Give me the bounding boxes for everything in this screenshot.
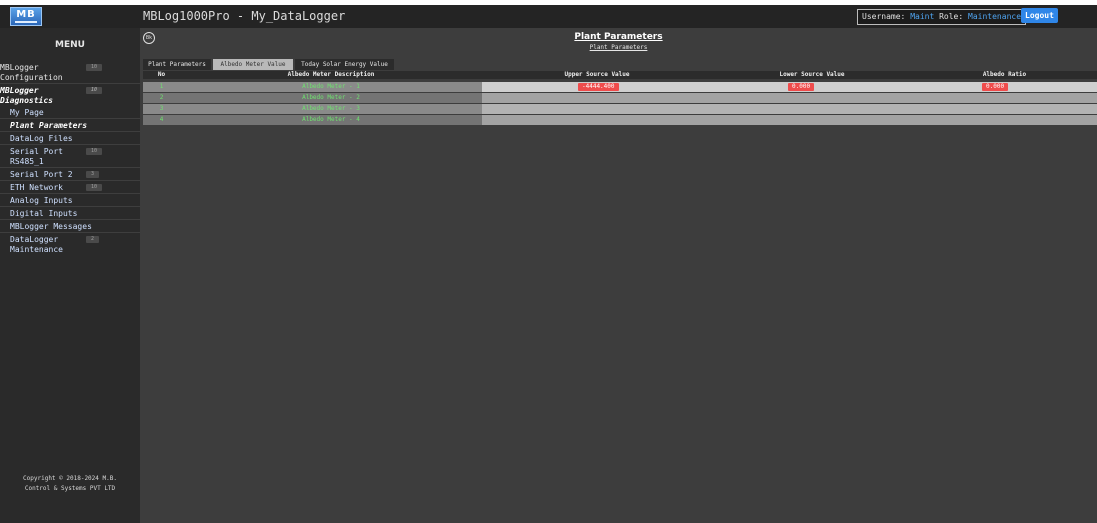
column-header-upper-source: Upper Source Value [564, 71, 630, 78]
sidebar-item-my-page[interactable]: My Page [10, 107, 140, 118]
sidebar-item-label: Configuration [0, 73, 63, 82]
divider [0, 83, 140, 84]
row-number: 4 [143, 115, 180, 125]
count-badge: 10 [86, 184, 103, 191]
row-values [482, 93, 1097, 103]
sidebar-item-serial-port-2[interactable]: Serial Port 2 3 [10, 169, 140, 180]
sidebar-item-rs485-1[interactable]: RS485_1 [10, 156, 140, 167]
table-row: 1 Albedo Meter - 1 -4444.400 0.000 0.000 [143, 82, 1097, 93]
tab-today-solar-energy-value[interactable]: Today Solar Energy Value [295, 59, 394, 70]
divider [0, 193, 140, 194]
column-header-lower-source: Lower Source Value [779, 71, 845, 78]
sidebar: MENU MBLogger 10 Configuration MBLogger … [0, 28, 140, 523]
sidebar-item-analog-inputs[interactable]: Analog Inputs [10, 195, 140, 206]
row-number: 3 [143, 104, 180, 114]
logo-text: MB [16, 9, 36, 20]
sidebar-item-label: MBLogger [0, 86, 39, 95]
tab-plant-parameters[interactable]: Plant Parameters [143, 59, 211, 70]
row-values: -4444.400 0.000 0.000 [482, 82, 1097, 92]
divider [0, 144, 140, 145]
sidebar-item-label: RS485_1 [10, 157, 44, 166]
page-subtitle: Plant Parameters [589, 44, 648, 51]
row-values [482, 115, 1097, 125]
row-description: Albedo Meter - 1 [180, 82, 482, 92]
count-badge: 10 [86, 64, 103, 71]
username-value: Maint [910, 12, 935, 21]
albedo-ratio-value: 0.000 [982, 83, 1009, 91]
sidebar-item-label: ETH Network [10, 183, 63, 192]
sidebar-item-label: MBLogger Messages [10, 222, 92, 231]
sidebar-item-digital-inputs[interactable]: Digital Inputs [10, 208, 140, 219]
username-label: Username: [862, 12, 906, 21]
divider [0, 180, 140, 181]
count-badge: 3 [86, 171, 100, 178]
divider [0, 118, 140, 119]
sidebar-item-label: Diagnostics [0, 96, 53, 105]
sidebar-item-maintenance-label[interactable]: Maintenance [10, 244, 140, 255]
divider [0, 131, 140, 132]
app-title: MBLog1000Pro - My_DataLogger [143, 9, 346, 23]
role-value: Maintenance [968, 12, 1022, 21]
divider [0, 219, 140, 220]
sidebar-item-label: Serial Port [10, 147, 63, 156]
user-info: Username: Maint Role: Maintenance [857, 9, 1027, 25]
divider [0, 167, 140, 168]
sidebar-item-label: Maintenance [10, 245, 63, 254]
count-badge: 2 [86, 236, 100, 243]
logo[interactable]: MB [10, 7, 42, 26]
count-badge: 10 [86, 87, 103, 94]
upper-source-value: -4444.400 [578, 83, 619, 91]
sidebar-item-configuration-label[interactable]: Configuration [0, 72, 140, 83]
column-header-no: No [157, 71, 166, 78]
copyright: Copyright © 2018-2024 M.B. Control & Sys… [0, 474, 140, 494]
lower-source-value: 0.000 [788, 83, 815, 91]
app-window: MB MBLog1000Pro - My_DataLogger Username… [0, 5, 1097, 523]
sidebar-item-mblogger-messages[interactable]: MBLogger Messages [10, 221, 140, 232]
sidebar-item-label: Serial Port 2 [10, 170, 73, 179]
logo-stripe [15, 21, 37, 23]
column-header-albedo-ratio: Albedo Ratio [982, 71, 1027, 78]
column-header-description: Albedo Meter Description [287, 71, 375, 78]
sidebar-item-label: Plant Parameters [10, 121, 88, 130]
sidebar-item-label: DataLog Files [10, 134, 73, 143]
tab-albedo-meter-value[interactable]: Albedo Meter Value [213, 59, 293, 70]
row-description: Albedo Meter - 3 [180, 104, 482, 114]
sidebar-item-label: Analog Inputs [10, 196, 73, 205]
row-number: 2 [143, 93, 180, 103]
sidebar-item-plant-parameters[interactable]: Plant Parameters [10, 120, 140, 131]
role-label: Role: [939, 12, 964, 21]
row-number: 1 [143, 82, 180, 92]
sidebar-item-label: Digital Inputs [10, 209, 78, 218]
count-badge: 10 [86, 148, 103, 155]
logout-button[interactable]: Logout [1021, 8, 1058, 23]
sidebar-item-diagnostics-label[interactable]: Diagnostics [0, 95, 140, 106]
menu-title: MENU [55, 40, 85, 50]
table-header: No Albedo Meter Description Upper Source… [143, 71, 1097, 79]
table-row: 3 Albedo Meter - 3 [143, 104, 1097, 115]
sidebar-item-datalog-files[interactable]: DataLog Files [10, 133, 140, 144]
row-description: Albedo Meter - 4 [180, 115, 482, 125]
table-row: 2 Albedo Meter - 2 [143, 93, 1097, 104]
table-row: 4 Albedo Meter - 4 [143, 115, 1097, 126]
sidebar-item-label: My Page [10, 108, 44, 117]
copyright-line-2: Control & Systems PVT LTD [24, 485, 116, 492]
sidebar-item-label: DataLogger [10, 235, 59, 244]
sidebar-item-label: MBLogger [0, 63, 39, 72]
sidebar-item-eth-network[interactable]: ETH Network 10 [10, 182, 140, 193]
row-description: Albedo Meter - 2 [180, 93, 482, 103]
top-bar: MB MBLog1000Pro - My_DataLogger Username… [0, 5, 1097, 28]
copyright-line-1: Copyright © 2018-2024 M.B. [23, 475, 117, 482]
divider [0, 232, 140, 233]
divider [0, 206, 140, 207]
row-values [482, 104, 1097, 114]
page-title: Plant Parameters [574, 32, 663, 42]
